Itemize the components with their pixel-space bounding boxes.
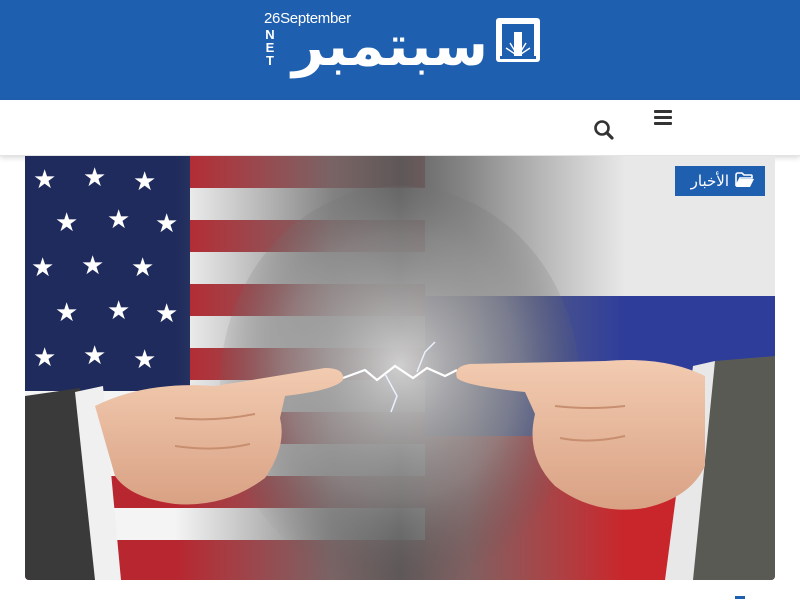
hero-image: ★ ★ ★ ★ ★ ★ ★ ★ ★ ★ ★ ★ ★ ★ ★ [25, 156, 775, 580]
svg-text:★: ★ [55, 298, 78, 328]
hamburger-menu-button[interactable] [654, 110, 672, 126]
logo-net-text: N E T [264, 28, 276, 67]
svg-text:★: ★ [33, 343, 56, 373]
svg-text:★: ★ [83, 341, 106, 371]
svg-text:★: ★ [131, 253, 154, 283]
svg-text:★: ★ [133, 167, 156, 197]
site-logo[interactable]: 26September N E T سبتمبر [258, 8, 548, 84]
article-hero-image[interactable]: ★ ★ ★ ★ ★ ★ ★ ★ ★ ★ ★ ★ ★ ★ ★ [25, 156, 775, 580]
logo-arabic-text: سبتمبر [291, 14, 488, 79]
folder-open-icon [735, 172, 754, 187]
svg-text:★: ★ [155, 299, 178, 329]
hamburger-menu-bar [654, 122, 672, 125]
logo-net-letter: T [266, 53, 274, 68]
svg-text:★: ★ [33, 165, 56, 195]
svg-text:★: ★ [81, 251, 104, 281]
svg-text:★: ★ [107, 205, 130, 235]
hamburger-menu-bar [654, 116, 672, 119]
svg-text:★: ★ [31, 253, 54, 283]
site-header: 26September N E T سبتمبر [0, 0, 800, 100]
svg-text:★: ★ [107, 296, 130, 326]
svg-text:★: ★ [133, 345, 156, 375]
category-label: الأخبار [690, 172, 729, 190]
main-navbar [0, 100, 800, 156]
search-icon [594, 120, 614, 140]
logo-emblem-icon [496, 18, 540, 62]
svg-text:★: ★ [155, 209, 178, 239]
svg-text:★: ★ [55, 208, 78, 238]
search-button[interactable] [592, 118, 616, 142]
category-badge-news[interactable]: الأخبار [675, 166, 765, 196]
hamburger-menu-icon [654, 110, 672, 113]
accent-divider [735, 596, 745, 599]
svg-text:★: ★ [83, 163, 106, 193]
